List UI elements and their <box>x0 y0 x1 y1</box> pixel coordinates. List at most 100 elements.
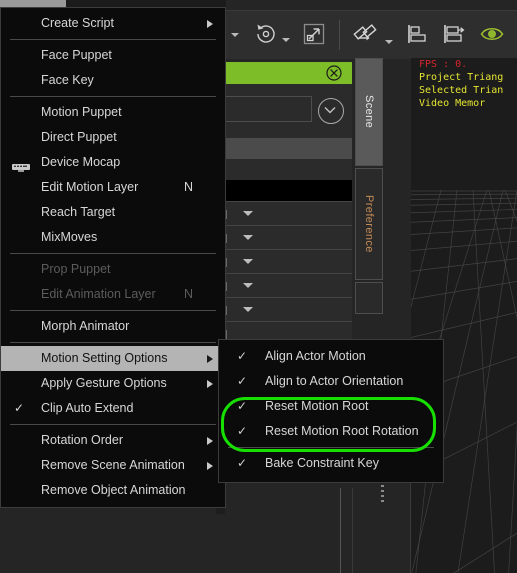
menu-item-remove-scene-animation[interactable]: Remove Scene Animation <box>1 453 225 478</box>
menu-item-apply-gesture-options[interactable]: Apply Gesture Options <box>1 371 225 396</box>
check-icon: ✓ <box>237 456 248 470</box>
menubar-active-item[interactable] <box>0 0 66 7</box>
menu-item-edit-motion-layer[interactable]: Edit Motion Layer N <box>1 175 225 200</box>
check-icon: ✓ <box>237 349 248 363</box>
menu-item-label: Remove Object Animation <box>41 483 186 497</box>
caret-down-icon[interactable] <box>282 38 290 42</box>
submenu-item-reset-motion-root[interactable]: ✓ Reset Motion Root <box>219 394 443 419</box>
submenu-item-label: Align to Actor Orientation <box>265 374 404 388</box>
timeline-divider <box>352 488 353 573</box>
menu-item-label: Device Mocap <box>41 155 121 169</box>
menubar-background <box>66 0 226 7</box>
viewport-stats-overlay: FPS : 0. Project Triang Selected Trian V… <box>419 58 503 110</box>
menu-item-edit-animation-layer: Edit Animation Layer N <box>1 282 225 307</box>
submenu-arrow-icon <box>207 20 213 28</box>
menu-item-motion-puppet[interactable]: Motion Puppet <box>1 100 225 125</box>
menu-item-label: Rotation Order <box>41 433 123 447</box>
menu-item-rotation-order[interactable]: Rotation Order <box>1 428 225 453</box>
side-tab-empty[interactable] <box>355 282 383 314</box>
rotate-icon[interactable] <box>253 21 279 52</box>
track-row[interactable] <box>220 297 352 322</box>
viewport-3d[interactable] <box>411 58 517 573</box>
side-tab-preference[interactable]: Preference <box>355 168 383 280</box>
toolbar <box>225 10 517 59</box>
menu-item-label: Reach Target <box>41 205 116 219</box>
submenu-item-bake-constraint-key[interactable]: ✓ Bake Constraint Key <box>219 451 443 476</box>
menu-separator <box>10 342 216 343</box>
menu-item-motion-setting-options[interactable]: Motion Setting Options <box>1 346 225 371</box>
menu-item-reach-target[interactable]: Reach Target <box>1 200 225 225</box>
menu-item-label: Morph Animator <box>41 319 130 333</box>
close-circle-icon[interactable] <box>326 65 342 86</box>
menu-item-label: Face Puppet <box>41 48 112 62</box>
caret-down-icon[interactable] <box>231 33 239 37</box>
eye-icon[interactable] <box>479 21 505 52</box>
menu-item-shortcut: N <box>183 180 193 194</box>
selected-triangles-readout: Selected Trian <box>419 85 504 96</box>
caret-down-icon[interactable] <box>385 40 393 44</box>
submenu-arrow-icon <box>207 462 213 470</box>
menu-item-direct-puppet[interactable]: Direct Puppet <box>1 125 225 150</box>
check-icon: ✓ <box>237 399 248 413</box>
link-icon[interactable] <box>353 21 381 52</box>
video-memory-readout: Video Memor <box>419 98 486 109</box>
menu-item-label: Direct Puppet <box>41 130 117 144</box>
timeline-divider <box>410 480 411 573</box>
menu-item-device-mocap[interactable]: Device Mocap <box>1 150 225 175</box>
submenu-item-label: Reset Motion Root <box>265 399 369 413</box>
panel-header-bar <box>225 62 352 84</box>
check-icon: ✓ <box>14 401 25 415</box>
menu-item-clip-auto-extend[interactable]: ✓ Clip Auto Extend <box>1 396 225 421</box>
drag-handle[interactable] <box>381 485 384 505</box>
align-right-icon[interactable] <box>441 21 469 52</box>
submenu-arrow-icon <box>207 380 213 388</box>
panel-row-empty <box>225 180 352 201</box>
menu-item-label: Motion Puppet <box>41 105 122 119</box>
menu-item-label: MixMoves <box>41 230 98 244</box>
menu-separator <box>10 424 216 425</box>
menu-item-mixmoves[interactable]: MixMoves <box>1 225 225 250</box>
animation-menu[interactable]: Create Script Face Puppet Face Key Motion P… <box>0 7 226 508</box>
menu-item-label: Remove Scene Animation <box>41 458 185 472</box>
menu-item-face-key[interactable]: Face Key <box>1 68 225 93</box>
panel-row-selected[interactable] <box>225 138 352 159</box>
menu-item-shortcut: N <box>183 287 193 301</box>
menu-item-label: Motion Setting Options <box>41 351 168 365</box>
menu-item-remove-object-animation[interactable]: Remove Object Animation <box>1 478 225 503</box>
menu-item-label: Prop Puppet <box>41 262 111 276</box>
menu-item-create-script[interactable]: Create Script <box>1 11 225 36</box>
timeline-bottom-area <box>0 514 411 573</box>
menu-item-label: Apply Gesture Options <box>41 376 167 390</box>
chevron-down-circle-icon[interactable] <box>318 98 344 124</box>
submenu-arrow-icon <box>207 355 213 363</box>
check-icon: ✓ <box>237 424 248 438</box>
toolbar-divider <box>339 20 340 50</box>
menu-separator <box>10 310 216 311</box>
project-triangles-readout: Project Triang <box>419 72 504 83</box>
submenu-item-align-actor-motion[interactable]: ✓ Align Actor Motion <box>219 344 443 369</box>
menu-item-label: Edit Animation Layer <box>41 287 156 301</box>
panel-row[interactable] <box>225 159 352 180</box>
fps-readout: FPS : 0. <box>419 59 468 70</box>
submenu-item-reset-motion-root-rotation[interactable]: ✓ Reset Motion Root Rotation <box>219 419 443 444</box>
menu-item-label: Create Script <box>41 16 114 30</box>
timeline-divider <box>340 488 341 573</box>
panel-text-input[interactable] <box>225 96 312 122</box>
menu-item-face-puppet[interactable]: Face Puppet <box>1 43 225 68</box>
menu-separator <box>10 39 216 40</box>
track-row[interactable] <box>220 201 352 226</box>
menu-item-label: Face Key <box>41 73 94 87</box>
motion-setting-options-submenu[interactable]: ✓ Align Actor Motion ✓ Align to Actor Orien… <box>218 339 444 483</box>
track-row[interactable] <box>220 225 352 250</box>
side-tab-label: Preference <box>363 195 375 253</box>
track-row[interactable] <box>220 273 352 298</box>
track-row[interactable] <box>220 249 352 274</box>
align-left-icon[interactable] <box>405 21 431 52</box>
expand-icon[interactable] <box>301 21 327 52</box>
menu-separator <box>10 253 216 254</box>
submenu-item-label: Bake Constraint Key <box>265 456 379 470</box>
submenu-item-align-to-actor-orientation[interactable]: ✓ Align to Actor Orientation <box>219 369 443 394</box>
submenu-item-label: Reset Motion Root Rotation <box>265 424 419 438</box>
menu-item-morph-animator[interactable]: Morph Animator <box>1 314 225 339</box>
side-tab-scene[interactable]: Scene <box>355 58 383 166</box>
